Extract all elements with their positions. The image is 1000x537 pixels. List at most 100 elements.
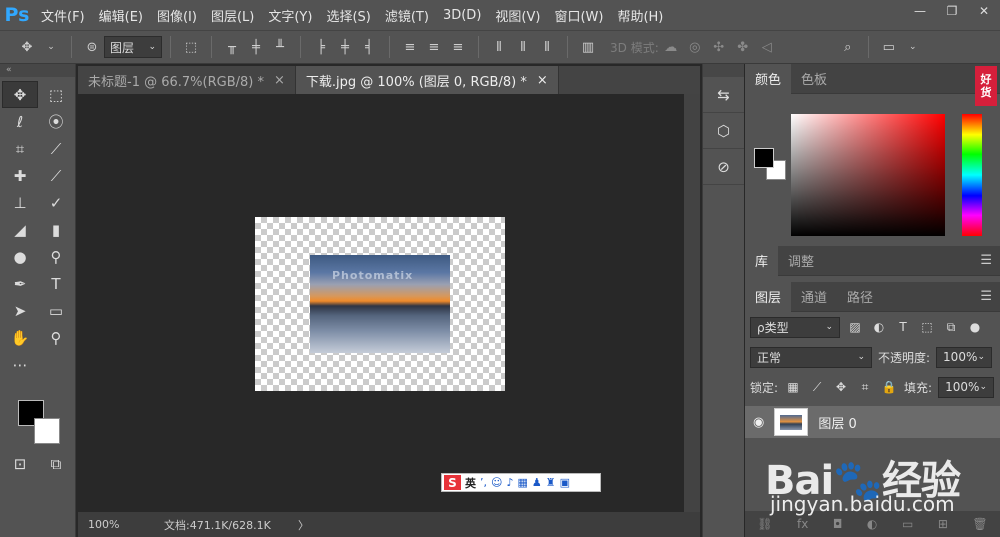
background-color[interactable] <box>34 418 60 444</box>
smart-object-filter-icon[interactable]: ⧉ <box>942 320 960 335</box>
ime-lang[interactable]: 英 <box>465 475 476 491</box>
path-select-tool-icon[interactable]: ➤ <box>2 297 38 324</box>
more-tools-icon[interactable]: ⋯ <box>2 351 38 378</box>
gradient-tool-icon[interactable]: ▮ <box>38 216 74 243</box>
3d-slide-icon[interactable]: ✤ <box>734 36 752 58</box>
3d-pan-icon[interactable]: ✣ <box>710 36 728 58</box>
menu-select[interactable]: 选择(S) <box>319 6 377 25</box>
quick-mask-icon[interactable]: ⊡ <box>2 452 38 476</box>
type-tool-icon[interactable]: T <box>38 270 74 297</box>
chevron-down-icon[interactable]: ⌄ <box>42 36 60 58</box>
color-swatches[interactable] <box>16 400 64 448</box>
type-filter-icon[interactable]: T <box>894 320 912 334</box>
tab-color[interactable]: 颜色 <box>745 63 792 94</box>
eye-icon[interactable]: ◉ <box>753 415 764 430</box>
zoom-tool-icon[interactable]: ⚲ <box>38 324 74 351</box>
lock-position-icon[interactable]: ✥ <box>832 380 850 394</box>
emoji-icon[interactable]: ☺ <box>491 476 502 489</box>
chevron-down-icon[interactable]: ⌄ <box>904 36 922 58</box>
menu-icon[interactable]: ☰ <box>980 289 992 304</box>
menu-edit[interactable]: 编辑(E) <box>92 6 150 25</box>
collapse-icon[interactable] <box>703 64 744 77</box>
pen-tool-icon[interactable]: ✒ <box>2 270 38 297</box>
dodge-tool-icon[interactable]: ⚲ <box>38 243 74 270</box>
eraser-tool-icon[interactable]: ◢ <box>2 216 38 243</box>
distribute-hcenter-icon[interactable]: ⫴ <box>514 36 532 58</box>
quick-select-tool-icon[interactable]: ⦿ <box>38 108 74 135</box>
collapse-icon[interactable]: « <box>0 64 75 77</box>
layer-row[interactable]: ◉ 图层 0 <box>745 406 1000 438</box>
align-hcenter-icon[interactable]: ╪ <box>336 36 354 58</box>
tab-paths[interactable]: 路径 <box>837 282 883 312</box>
hue-slider[interactable] <box>962 114 982 236</box>
color-spectrum[interactable] <box>791 114 945 236</box>
blend-mode-dropdown[interactable]: 正常 ⌄ <box>750 346 872 368</box>
move-tool-icon[interactable]: ✥ <box>2 81 38 108</box>
foreground-color[interactable] <box>754 148 774 168</box>
menu-filter[interactable]: 滤镜(T) <box>378 6 436 25</box>
auto-select-icon[interactable]: ⊜ <box>83 36 101 58</box>
menu-image[interactable]: 图像(I) <box>150 6 204 25</box>
adjustment-filter-icon[interactable]: ◐ <box>870 320 888 334</box>
tab-download-jpg[interactable]: 下载.jpg @ 100% (图层 0, RGB/8) * × <box>295 66 559 94</box>
folder-icon[interactable]: ▭ <box>902 517 913 531</box>
trash-icon[interactable]: 🗑 <box>972 517 987 531</box>
align-vcenter-icon[interactable]: ╪ <box>247 36 265 58</box>
user-icon[interactable]: ♟ <box>532 476 542 489</box>
tab-layers[interactable]: 图层 <box>745 281 792 312</box>
menu-help[interactable]: 帮助(H) <box>610 6 670 25</box>
align-top-icon[interactable]: ╥ <box>223 36 241 58</box>
screen-mode-icon[interactable]: ⧉ <box>38 452 74 476</box>
close-button[interactable]: ✕ <box>968 0 1000 22</box>
opacity-input[interactable]: 100% ⌄ <box>936 346 993 368</box>
restore-button[interactable]: ❐ <box>936 0 968 22</box>
tab-swatches[interactable]: 色板 <box>791 64 837 94</box>
3d-scale-icon[interactable]: ◁ <box>758 36 776 58</box>
chevron-right-icon[interactable]: 〉 <box>288 517 309 533</box>
3d-rotate-icon[interactable]: ☁ <box>662 36 680 58</box>
document-canvas[interactable]: Photomatix <box>255 217 505 391</box>
adjustment-icon[interactable]: ◐ <box>867 517 877 531</box>
vertical-scrollbar[interactable] <box>684 94 700 512</box>
tab-untitled[interactable]: 未标题-1 @ 66.7%(RGB/8) * × <box>78 66 296 94</box>
close-icon[interactable]: × <box>537 73 548 88</box>
clone-stamp-tool-icon[interactable]: ⊥ <box>2 189 38 216</box>
search-icon[interactable]: ⌕ <box>839 36 857 58</box>
align-right-icon[interactable]: ╡ <box>360 36 378 58</box>
rectangle-tool-icon[interactable]: ▭ <box>38 297 74 324</box>
align-left-icon[interactable]: ╞ <box>312 36 330 58</box>
history-panel-icon[interactable]: ⇆ <box>703 77 744 113</box>
close-icon[interactable]: × <box>274 73 285 88</box>
mask-icon[interactable]: ◘ <box>833 517 843 531</box>
history-brush-tool-icon[interactable]: ✓ <box>38 189 74 216</box>
new-layer-icon[interactable]: ⊞ <box>938 517 948 531</box>
punctuation-icon[interactable]: ʼ, <box>480 476 487 489</box>
menu-file[interactable]: 文件(F) <box>34 6 92 25</box>
link-icon[interactable]: ⛓ <box>757 517 772 531</box>
menu-3d[interactable]: 3D(D) <box>436 8 488 23</box>
lock-all-icon[interactable]: 🔒 <box>880 380 898 394</box>
tab-channels[interactable]: 通道 <box>791 282 837 312</box>
distribute-top-icon[interactable]: ≡ <box>401 36 419 58</box>
healing-brush-tool-icon[interactable]: ✚ <box>2 162 38 189</box>
menu-window[interactable]: 窗口(W) <box>547 6 610 25</box>
hand-tool-icon[interactable]: ✋ <box>2 324 38 351</box>
transform-controls-icon[interactable]: ⬚ <box>182 36 200 58</box>
menu-view[interactable]: 视图(V) <box>488 6 547 25</box>
lock-image-icon[interactable]: ⟋ <box>808 380 826 395</box>
move-tool-icon[interactable]: ✥ <box>18 36 36 58</box>
brush-tool-icon[interactable]: ⟋ <box>38 162 74 189</box>
blur-tool-icon[interactable]: ● <box>2 243 38 270</box>
fx-icon[interactable]: fx <box>797 517 808 531</box>
paragraph-panel-icon[interactable]: ⊘ <box>703 149 744 185</box>
menu-type[interactable]: 文字(Y) <box>261 6 319 25</box>
distribute-bottom-icon[interactable]: ≡ <box>449 36 467 58</box>
menu-layer[interactable]: 图层(L) <box>204 6 261 25</box>
auto-select-dropdown[interactable]: 图层 ⌄ <box>104 36 162 58</box>
ime-toolbar[interactable]: S 英 ʼ, ☺ ♪ ▦ ♟ ♜ ▣ <box>441 473 601 492</box>
filter-toggle-icon[interactable]: ● <box>966 320 984 334</box>
lock-artboard-icon[interactable]: ⌗ <box>856 380 874 395</box>
skin-icon[interactable]: ♜ <box>546 476 556 489</box>
fill-input[interactable]: 100% ⌄ <box>938 376 995 398</box>
zoom-level[interactable]: 100% <box>78 518 138 531</box>
